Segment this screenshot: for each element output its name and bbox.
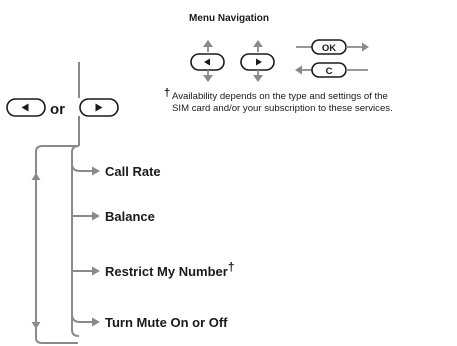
- legend-ok-key-group: OK: [296, 39, 369, 55]
- availability-footnote: † Availability depends on the type and s…: [164, 87, 457, 115]
- selector-group: or: [6, 62, 119, 118]
- footnote-dagger: †: [164, 87, 171, 99]
- menu-navigation-diagram: Menu Navigation OK C or Call Rate Balanc…: [0, 0, 457, 346]
- footnote-line-1: Availability depends on the type and set…: [172, 91, 388, 102]
- menu-item-balance: Balance: [105, 209, 155, 224]
- ok-key-label: OK: [322, 43, 336, 54]
- legend-left-key-group: [190, 40, 225, 82]
- c-key-label: C: [326, 66, 333, 77]
- footnote-line-2: SIM card and/or your subscription to the…: [172, 103, 393, 114]
- legend-c-key-group: C: [295, 62, 368, 78]
- selector-or-label: or: [50, 101, 65, 118]
- menu-item-call-rate: Call Rate: [105, 164, 161, 179]
- menu-bracket: [31, 116, 100, 344]
- legend-right-key-group: [240, 40, 275, 82]
- restrict-dagger-marker: †: [228, 260, 235, 274]
- legend-title: Menu Navigation: [189, 13, 269, 24]
- menu-item-restrict-my-number: Restrict My Number†: [105, 260, 235, 279]
- menu-item-turn-mute: Turn Mute On or Off: [105, 315, 228, 330]
